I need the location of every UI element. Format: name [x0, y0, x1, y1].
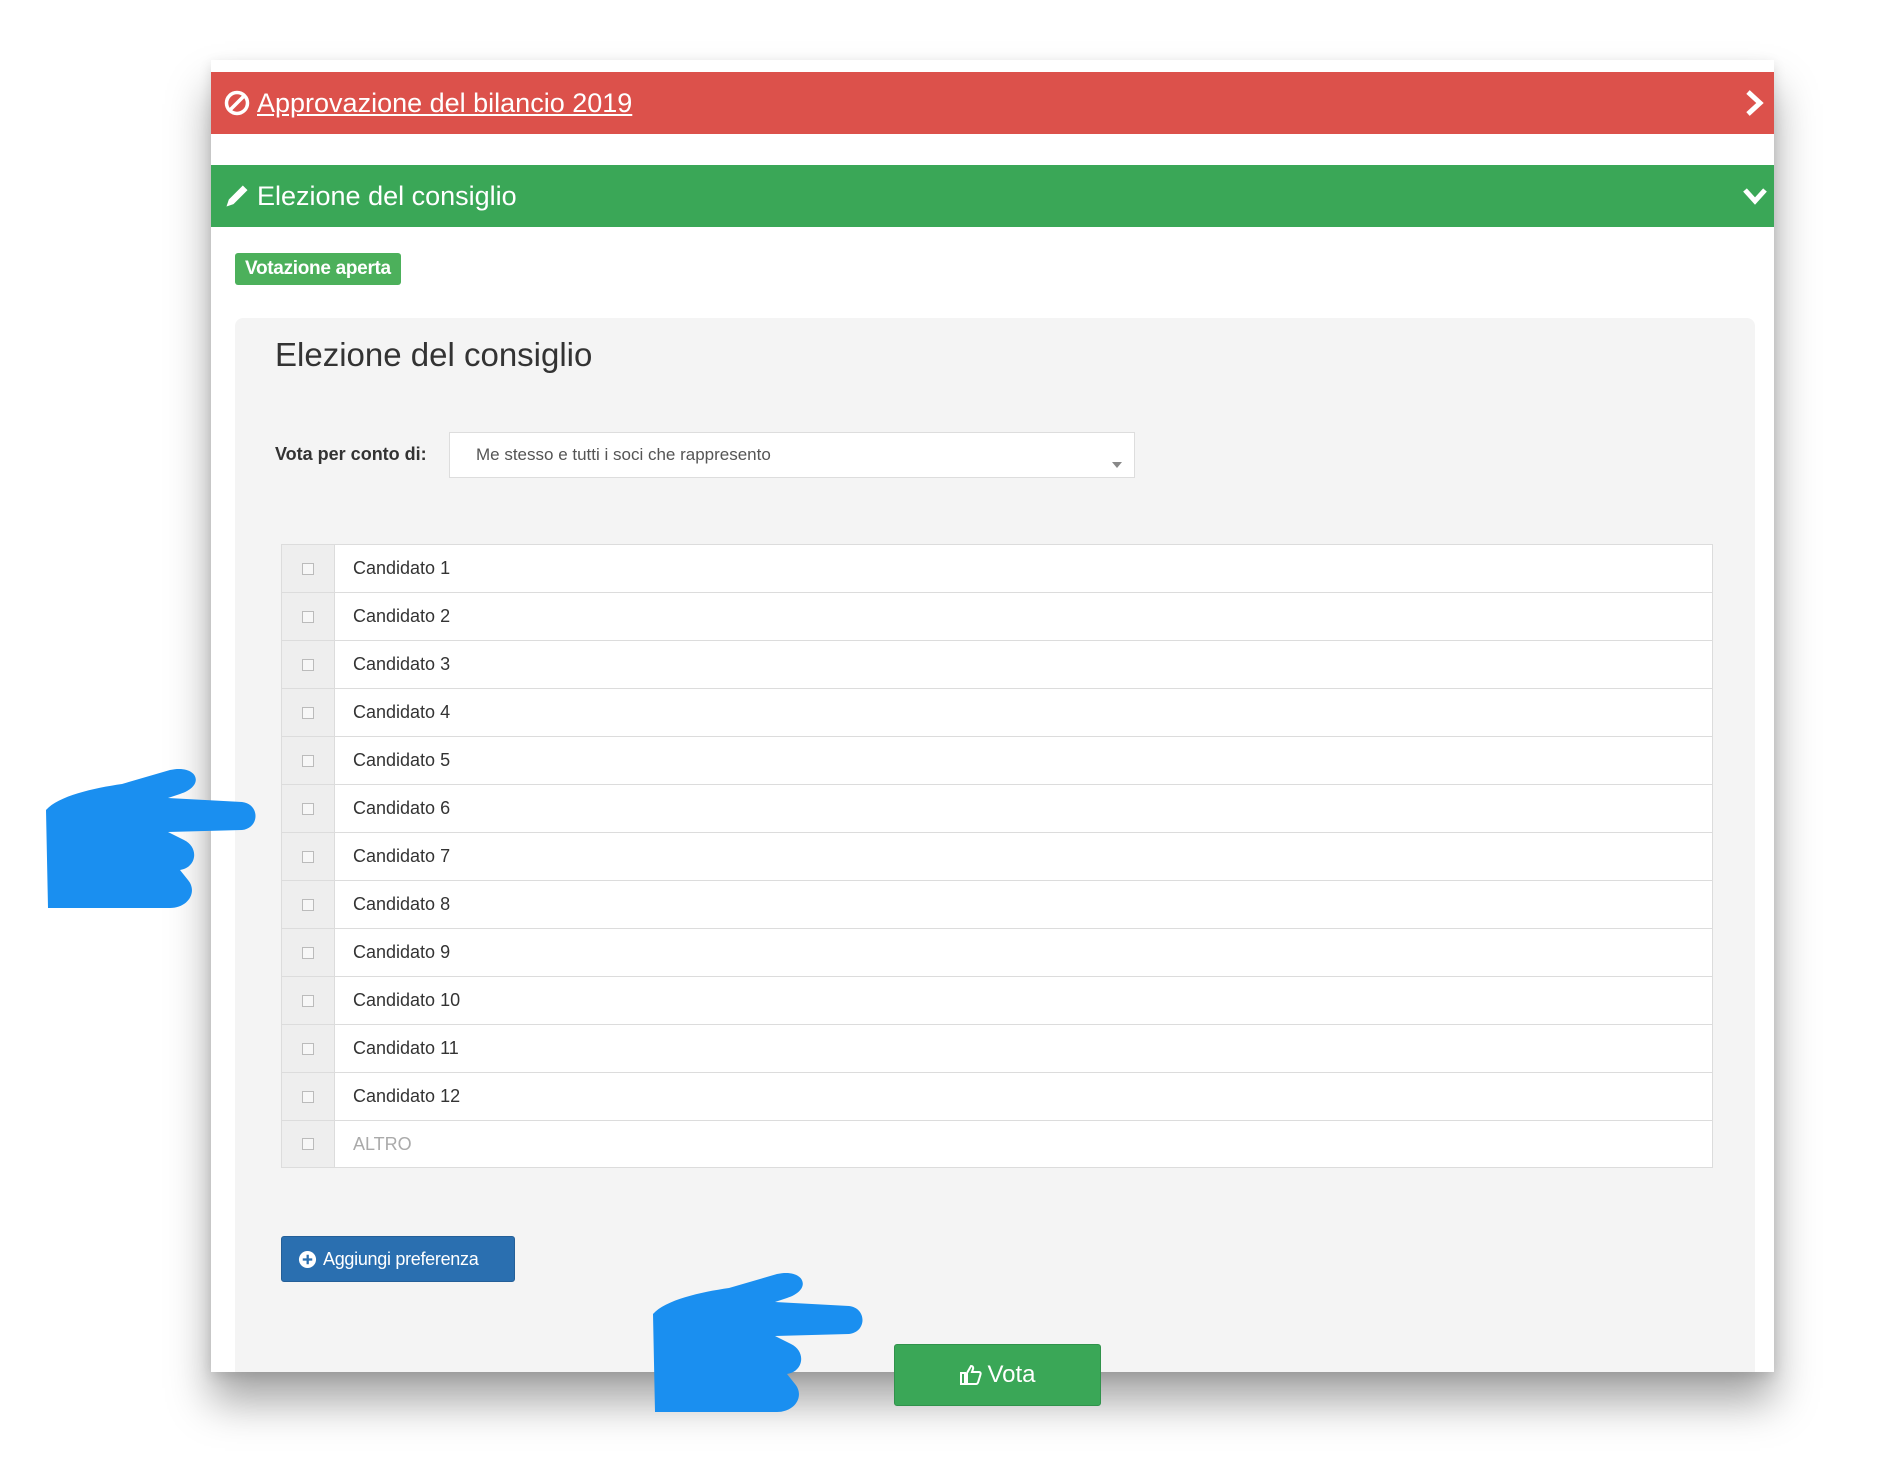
candidate-name: Candidato 11	[353, 1038, 459, 1058]
candidate-checkbox[interactable]	[282, 881, 335, 928]
accordion-header-consiglio[interactable]: Elezione del consiglio	[211, 165, 1774, 227]
candidate-name: Candidato 9	[353, 942, 451, 962]
ban-icon	[223, 89, 251, 117]
candidate-checkbox[interactable]	[282, 929, 335, 976]
other-checkbox[interactable]	[282, 1121, 335, 1167]
candidate-row[interactable]: Candidato 7	[281, 832, 1713, 880]
candidate-row[interactable]: Candidato 11	[281, 1024, 1713, 1072]
checkbox-box[interactable]	[302, 898, 314, 911]
pointing-hand-icon	[46, 768, 256, 908]
candidate-checkbox[interactable]	[282, 641, 335, 688]
accordion-title-consiglio[interactable]: Elezione del consiglio	[257, 181, 517, 212]
candidate-row[interactable]: Candidato 4	[281, 688, 1713, 736]
candidate-checkbox[interactable]	[282, 1073, 335, 1120]
checkbox-box[interactable]	[302, 1138, 314, 1150]
pointing-hand-icon	[653, 1272, 863, 1412]
candidate-row[interactable]: Candidato 12	[281, 1072, 1713, 1120]
candidate-name: Candidato 2	[353, 606, 451, 626]
candidate-checkbox[interactable]	[282, 1025, 335, 1072]
candidate-name: Candidato 7	[353, 846, 451, 866]
add-preference-button[interactable]: Aggiungi preferenza	[281, 1236, 515, 1282]
vote-button-label: Vota	[987, 1361, 1036, 1388]
checkbox-box[interactable]	[302, 946, 314, 959]
candidate-checkbox[interactable]	[282, 593, 335, 640]
candidate-name: Candidato 12	[353, 1086, 461, 1106]
election-panel: Elezione del consiglio Vota per conto di…	[235, 318, 1755, 1406]
thumbs-up-icon	[959, 1363, 983, 1387]
candidate-name: Candidato 10	[353, 990, 461, 1010]
candidate-row[interactable]: Candidato 3	[281, 640, 1713, 688]
candidate-name: Candidato 3	[353, 654, 451, 674]
candidate-row[interactable]: Candidato 8	[281, 880, 1713, 928]
candidate-checkbox[interactable]	[282, 833, 335, 880]
candidate-checkbox[interactable]	[282, 977, 335, 1024]
checkbox-box[interactable]	[302, 658, 314, 671]
candidate-row[interactable]: Candidato 1	[281, 544, 1713, 592]
checkbox-box[interactable]	[302, 802, 314, 815]
vote-for-label: Vota per conto di:	[275, 444, 427, 464]
vote-for-select[interactable]: Me stesso e tutti i soci che rappresento	[449, 432, 1135, 478]
caret-down-icon	[1112, 453, 1122, 468]
pencil-icon	[223, 182, 251, 210]
candidate-name: Candidato 4	[353, 702, 451, 722]
checkbox-box[interactable]	[302, 850, 314, 863]
candidate-list: Candidato 1 Candidato 2 Candidato 3 Cand…	[281, 544, 1713, 1168]
candidate-name: Candidato 5	[353, 750, 451, 770]
checkbox-box[interactable]	[302, 754, 314, 767]
candidate-checkbox[interactable]	[282, 785, 335, 832]
chevron-down-icon[interactable]	[1742, 181, 1768, 211]
checkbox-box[interactable]	[302, 610, 314, 623]
candidate-checkbox[interactable]	[282, 737, 335, 784]
other-candidate-row[interactable]: ALTRO	[281, 1120, 1713, 1168]
voting-card: Approvazione del bilancio 2019 Elezione …	[211, 60, 1774, 1406]
status-badge: Votazione aperta	[235, 253, 401, 285]
chevron-right-icon[interactable]	[1742, 88, 1768, 118]
plus-circle-icon	[298, 1250, 317, 1269]
candidate-row[interactable]: Candidato 10	[281, 976, 1713, 1024]
candidate-row[interactable]: Candidato 9	[281, 928, 1713, 976]
candidate-checkbox[interactable]	[282, 689, 335, 736]
add-preference-label: Aggiungi preferenza	[323, 1248, 479, 1269]
accordion-header-bilancio[interactable]: Approvazione del bilancio 2019	[211, 72, 1774, 134]
checkbox-box[interactable]	[302, 562, 314, 575]
vote-button[interactable]: Vota	[894, 1344, 1101, 1406]
candidate-name: Candidato 8	[353, 894, 451, 914]
candidate-name: Candidato 1	[353, 558, 451, 578]
candidate-row[interactable]: Candidato 2	[281, 592, 1713, 640]
panel-title: Elezione del consiglio	[275, 336, 593, 373]
checkbox-box[interactable]	[302, 1042, 314, 1055]
accordion-title-bilancio[interactable]: Approvazione del bilancio 2019	[257, 88, 632, 119]
other-candidate-input[interactable]: ALTRO	[335, 1121, 412, 1167]
candidate-name: Candidato 6	[353, 798, 451, 818]
candidate-checkbox[interactable]	[282, 545, 335, 592]
checkbox-box[interactable]	[302, 706, 314, 719]
checkbox-box[interactable]	[302, 994, 314, 1007]
vote-for-select-value: Me stesso e tutti i soci che rappresento	[476, 445, 771, 464]
candidate-row[interactable]: Candidato 5	[281, 736, 1713, 784]
checkbox-box[interactable]	[302, 1090, 314, 1103]
candidate-row[interactable]: Candidato 6	[281, 784, 1713, 832]
